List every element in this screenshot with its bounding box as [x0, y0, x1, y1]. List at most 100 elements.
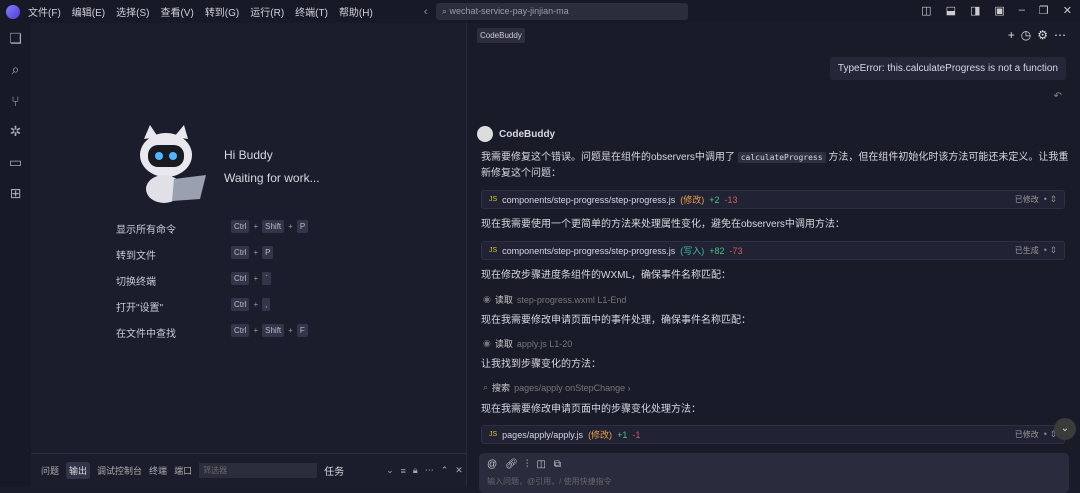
shortcut-label[interactable]: 在文件中查找: [116, 325, 176, 340]
close-panel-icon[interactable]: ✕: [455, 465, 463, 476]
assistant-message: 现在我需要使用一个更简单的方法来处理属性变化，避免在observers中调用方法…: [481, 219, 845, 230]
search-icon: ⌕: [442, 6, 450, 16]
assistant-avatar: [477, 126, 493, 142]
menu-goto[interactable]: 转到(G): [205, 8, 239, 19]
assistant-name: CodeBuddy: [499, 128, 556, 140]
shortcut-label[interactable]: 打开"设置": [116, 299, 163, 314]
key: Ctrl: [231, 246, 250, 259]
key: Shift: [262, 220, 285, 233]
explorer-icon[interactable]: ❏: [0, 23, 31, 54]
user-message: TypeError: this.calculateProgress is not…: [829, 57, 1066, 80]
inline-code: calculateProgress: [737, 152, 826, 163]
close-icon[interactable]: ✕: [1063, 4, 1072, 17]
remote-icon[interactable]: ▭: [0, 147, 31, 178]
shortcut-label[interactable]: 显示所有命令: [116, 221, 176, 236]
status-text: Waiting for work...: [224, 171, 320, 185]
key: `: [262, 272, 271, 285]
tool-search[interactable]: ⌕ 搜索 pages/apply onStepChange ›: [483, 381, 631, 394]
key: ,: [262, 298, 271, 311]
app-logo-icon: [6, 4, 20, 19]
menu-run[interactable]: 运行(R): [250, 8, 284, 19]
key: Ctrl: [231, 298, 250, 311]
tool-read[interactable]: ◉ 读取 step-progress.wxml L1-End: [483, 293, 626, 306]
lock-icon[interactable]: 🔒︎: [413, 465, 418, 476]
toggle-secondary-icon[interactable]: ◨: [970, 4, 980, 17]
image-icon[interactable]: ⧉: [554, 459, 561, 470]
menu-bar: 文件(F) 编辑(E) 选择(S) 查看(V) 转到(G) 运行(R) 终端(T) 帮助(H): [28, 4, 384, 19]
chat-input[interactable]: @ 🔗︎ ⫶ ◫ ⧉ 输入问题，@引用，/ 使用快捷指令: [479, 453, 1069, 493]
chevron-up-icon[interactable]: ⌃: [441, 465, 449, 476]
menu-help[interactable]: 帮助(H): [339, 8, 373, 19]
bottom-panel: 问题 输出 调试控制台 终端 端口 筛选器 任务 ⌄ ≡ 🔒︎ ⋯ ⌃ ✕: [31, 453, 466, 487]
assistant-message: 现在我需要修改申请页面中的步骤变化处理方法：: [481, 404, 701, 415]
key: Shift: [262, 324, 285, 337]
tab-ports[interactable]: 端口: [174, 464, 192, 477]
shortcut-label[interactable]: 切换终端: [116, 273, 156, 288]
chat-placeholder: 输入问题，@引用，/ 使用快捷指令: [487, 477, 612, 486]
maximize-icon[interactable]: ❐: [1039, 4, 1049, 17]
scroll-down-button[interactable]: ⌄: [1054, 418, 1076, 440]
robot-mascot-icon: [140, 125, 206, 203]
more-icon[interactable]: ⋯: [425, 465, 434, 476]
search-text: wechat-service-pay-jinjian-ma: [449, 6, 569, 16]
list-icon[interactable]: ≡: [401, 466, 406, 476]
file-change-card[interactable]: JS components/step-progress/step-progress…: [481, 190, 1065, 209]
settings-icon[interactable]: ⚙: [1037, 28, 1048, 42]
command-search[interactable]: ⌕ wechat-service-pay-jinjian-ma: [436, 3, 688, 20]
chat-tab[interactable]: CodeBuddy: [477, 28, 525, 43]
toggle-panel-icon[interactable]: ⬓: [946, 4, 956, 17]
layout-icon[interactable]: ▣: [994, 4, 1004, 17]
assistant-message: 我需要修复这个错误。问题是在组件的observers中调用了 calculate…: [481, 152, 1069, 179]
tab-debug-console[interactable]: 调试控制台: [97, 464, 142, 477]
undo-icon[interactable]: ↶: [1054, 91, 1062, 102]
more-icon[interactable]: ⋯: [1054, 28, 1066, 42]
filter-input[interactable]: 筛选器: [199, 463, 318, 478]
menu-file[interactable]: 文件(F): [28, 8, 61, 19]
tab-terminal[interactable]: 终端: [149, 464, 167, 477]
codebuddy-chat: CodeBuddy + ◷ ⚙ ⋯ TypeError: this.calculate…: [466, 23, 1080, 493]
tab-output[interactable]: 输出: [66, 462, 91, 479]
search-icon[interactable]: ⌕: [0, 54, 31, 85]
activity-bar: ❏ ⌕ ⑂ ✲ ▭ ⊞: [0, 23, 31, 487]
task-select[interactable]: 任务: [324, 463, 379, 478]
assistant-message: 让我找到步骤变化的方法：: [481, 359, 601, 370]
extensions-icon[interactable]: ⊞: [0, 178, 31, 209]
new-chat-icon[interactable]: +: [1008, 28, 1015, 42]
menu-edit[interactable]: 编辑(E): [72, 8, 105, 19]
file-change-card[interactable]: JS components/step-progress/step-progress…: [481, 241, 1065, 260]
shortcut-label[interactable]: 转到文件: [116, 247, 156, 262]
history-icon[interactable]: ◷: [1021, 28, 1031, 42]
eye-icon: ◉: [483, 338, 491, 348]
mention-icon[interactable]: @: [487, 459, 497, 470]
key: Ctrl: [231, 324, 250, 337]
key: P: [296, 220, 309, 233]
debug-icon[interactable]: ✲: [0, 116, 31, 147]
key: F: [296, 324, 308, 337]
editor-welcome: Hi Buddy Waiting for work... 显示所有命令 Ctrl…: [31, 23, 466, 453]
js-file-icon: JS: [489, 431, 498, 438]
greeting: Hi Buddy: [224, 148, 273, 162]
key: P: [262, 246, 274, 259]
js-file-icon: JS: [489, 196, 498, 203]
chevron-down-icon[interactable]: ⌄: [386, 465, 394, 476]
menu-terminal[interactable]: 终端(T): [295, 8, 328, 19]
file-change-card[interactable]: JS pages/apply/apply.js (修改) +1 -1 已修改 • ⇕: [481, 425, 1065, 444]
eye-icon: ◉: [483, 294, 491, 304]
back-icon[interactable]: ‹: [424, 6, 428, 18]
link-icon[interactable]: 🔗︎: [505, 459, 518, 470]
key: Ctrl: [231, 220, 250, 233]
assistant-message: 现在修改步骤进度条组件的WXML，确保事件名称匹配：: [481, 270, 731, 281]
tab-problems[interactable]: 问题: [41, 464, 59, 477]
minimize-icon[interactable]: –: [1019, 4, 1025, 17]
book-icon[interactable]: ◫: [536, 459, 545, 470]
js-file-icon: JS: [489, 247, 498, 254]
menu-select[interactable]: 选择(S): [116, 8, 149, 19]
tool-read[interactable]: ◉ 读取 apply.js L1-20: [483, 337, 572, 350]
toggle-sidebar-icon[interactable]: ◫: [921, 4, 931, 17]
title-bar: 文件(F) 编辑(E) 选择(S) 查看(V) 转到(G) 运行(R) 终端(T) 帮助(H)…: [0, 0, 1080, 23]
source-control-icon[interactable]: ⑂: [0, 85, 31, 116]
key: Ctrl: [231, 272, 250, 285]
assistant-message: 现在我需要修改申请页面中的事件处理，确保事件名称匹配：: [481, 315, 751, 326]
rules-icon[interactable]: ⫶: [526, 459, 529, 470]
menu-view[interactable]: 查看(V): [160, 8, 193, 19]
